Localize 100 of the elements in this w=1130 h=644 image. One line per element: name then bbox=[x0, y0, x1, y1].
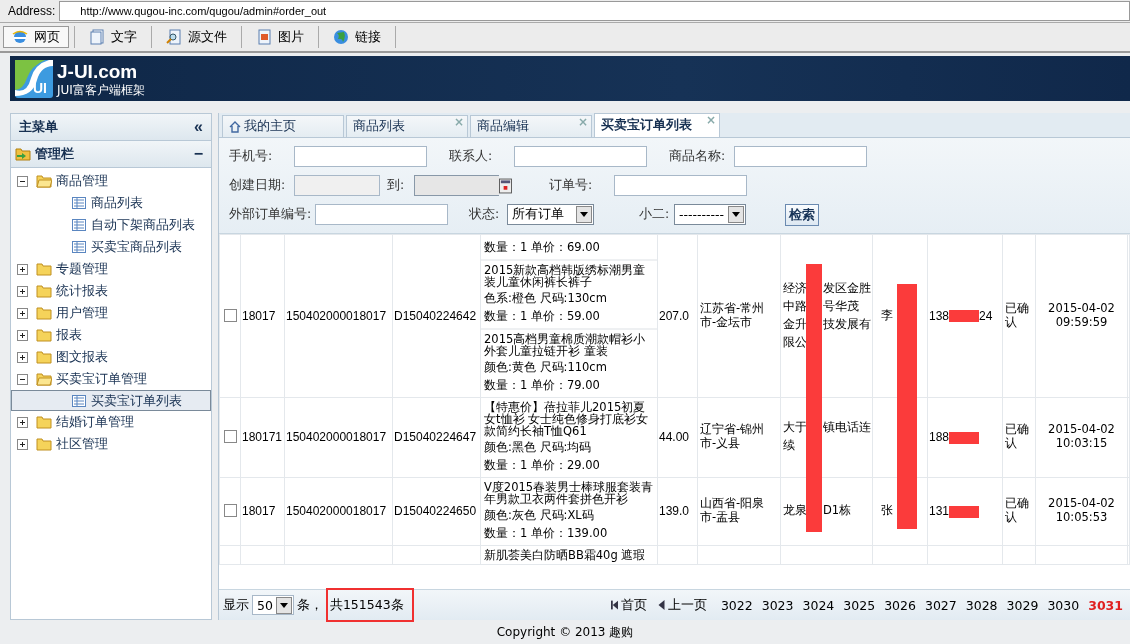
folder-icon bbox=[36, 306, 52, 320]
dropdown[interactable]: ---------- bbox=[674, 204, 747, 225]
tab[interactable]: 商品编辑 × bbox=[470, 115, 592, 137]
field-label: 手机号: bbox=[229, 148, 274, 165]
input-field[interactable] bbox=[294, 146, 427, 167]
first-page-icon bbox=[610, 600, 618, 610]
product-title: 2015高档男童棉质潮款帽衫小外套儿童拉链开衫 童装 bbox=[484, 332, 647, 358]
tree-leaf[interactable]: 商品列表 bbox=[11, 192, 211, 214]
folder-icon bbox=[36, 415, 52, 429]
toolbar-button[interactable]: 文字 bbox=[80, 26, 146, 48]
page-link[interactable]: 3026 bbox=[884, 597, 916, 613]
product-detail: 颜色:灰色 尺码:XL码 bbox=[484, 506, 595, 524]
tree-item[interactable]: 图文报表 bbox=[56, 348, 108, 366]
expander-icon[interactable] bbox=[17, 438, 28, 450]
expander-icon[interactable] bbox=[17, 285, 28, 297]
input-field[interactable] bbox=[734, 146, 867, 167]
expander-icon[interactable] bbox=[17, 351, 28, 363]
address-text: 中路 bbox=[783, 299, 807, 314]
tree-item[interactable]: 专题管理 bbox=[56, 260, 108, 278]
field-label: 到: bbox=[387, 177, 406, 194]
page-link[interactable]: 3025 bbox=[843, 597, 876, 613]
address-text: 发区金胜 bbox=[823, 281, 871, 296]
row-checkbox[interactable] bbox=[223, 308, 237, 322]
pager-label: 显示 bbox=[223, 596, 249, 614]
expander-icon[interactable] bbox=[17, 329, 28, 341]
field-label: 联系人: bbox=[449, 148, 494, 165]
tree-item[interactable]: 买卖宝订单管理 bbox=[56, 370, 147, 388]
tree-item[interactable]: 结婚订单管理 bbox=[56, 413, 134, 431]
tree-item[interactable]: 统计报表 bbox=[56, 282, 108, 300]
redaction-mark bbox=[949, 505, 980, 518]
collapse-button[interactable]: « bbox=[192, 119, 205, 135]
address-field[interactable]: http://www.qugou-inc.com/qugou/admin#order_out bbox=[59, 1, 1130, 21]
toolbar-button[interactable]: 源文件 bbox=[157, 26, 236, 48]
tree-item[interactable]: 商品管理 bbox=[56, 172, 108, 190]
toolbar-button[interactable]: 链接 bbox=[324, 26, 390, 48]
expander-icon[interactable] bbox=[17, 416, 28, 428]
folder-icon bbox=[36, 350, 52, 364]
address-text: D1栋 bbox=[823, 504, 852, 519]
redaction-mark bbox=[949, 431, 980, 444]
toolbar-button[interactable]: 图片 bbox=[247, 26, 313, 48]
page-size-dropdown[interactable]: 50 bbox=[252, 595, 294, 615]
previous-page-link[interactable]: 上一页 bbox=[667, 596, 707, 614]
page-link[interactable]: 3030 bbox=[1047, 597, 1080, 613]
folder-icon bbox=[36, 284, 52, 298]
product-title: V度2015春装男士棒球服套装青年男款卫衣两件套拼色开衫 bbox=[484, 480, 654, 506]
logo-subtitle: JUI富客户端框架 bbox=[57, 82, 145, 97]
input-field[interactable] bbox=[315, 204, 448, 225]
panel-toggle-button[interactable]: − bbox=[191, 146, 205, 162]
tab[interactable]: 我的主页 bbox=[222, 115, 344, 137]
tree-leaf[interactable]: 买卖宝订单列表 bbox=[11, 390, 211, 411]
address-text: 续 bbox=[783, 439, 796, 454]
input-field[interactable] bbox=[514, 146, 647, 167]
date-field[interactable] bbox=[294, 175, 380, 196]
tree-leaf[interactable]: 自动下架商品列表 bbox=[11, 214, 211, 236]
tab[interactable]: 买卖宝订单列表 × bbox=[594, 113, 720, 137]
expander-icon[interactable] bbox=[17, 307, 28, 319]
input-field[interactable] bbox=[614, 175, 747, 196]
first-page-link[interactable]: 首页 bbox=[620, 596, 647, 614]
field-label: 订单号: bbox=[549, 177, 594, 194]
table-cell-text: 辽宁省-锦州市-义县 bbox=[700, 423, 766, 452]
expander-icon[interactable] bbox=[17, 263, 28, 275]
page-link[interactable]: 3022 bbox=[720, 597, 753, 613]
folder-icon bbox=[36, 174, 52, 188]
table-cell: D15040224642 bbox=[394, 308, 477, 323]
sidebar-title: 主菜单 bbox=[19, 118, 59, 136]
dropdown[interactable]: 所有订单 bbox=[507, 204, 594, 225]
logo-title: J-UI.com bbox=[57, 60, 139, 83]
tree-item[interactable]: 报表 bbox=[56, 326, 82, 344]
list-icon bbox=[72, 219, 86, 231]
toolbar-button[interactable]: 网页 bbox=[3, 26, 69, 48]
page-link[interactable]: 3027 bbox=[924, 597, 957, 613]
page-link[interactable]: 3029 bbox=[1006, 597, 1039, 613]
search-button[interactable]: 检索 bbox=[785, 203, 819, 226]
calendar-icon[interactable] bbox=[499, 177, 512, 194]
tree-item[interactable]: 社区管理 bbox=[56, 435, 108, 453]
tree-item[interactable]: 用户管理 bbox=[56, 304, 108, 322]
tree-leaf[interactable]: 买卖宝商品列表 bbox=[11, 236, 211, 258]
table-cell: D15040224650 bbox=[394, 504, 477, 519]
folder-icon bbox=[36, 437, 52, 451]
table-cell: 207.0 bbox=[659, 308, 690, 323]
image-icon bbox=[256, 29, 272, 45]
expander-icon[interactable] bbox=[17, 373, 28, 385]
dropdown-arrow-icon bbox=[279, 602, 288, 608]
row-checkbox[interactable] bbox=[223, 430, 237, 444]
tab[interactable]: 商品列表 × bbox=[346, 115, 468, 137]
list-icon bbox=[72, 197, 86, 209]
page-link[interactable]: 3023 bbox=[761, 597, 794, 613]
address-text: 龙泉 bbox=[783, 504, 807, 519]
page-link[interactable]: 3031 bbox=[1088, 597, 1123, 613]
page-link[interactable]: 3024 bbox=[802, 597, 835, 613]
list-icon bbox=[72, 241, 86, 253]
expander-icon[interactable] bbox=[17, 175, 28, 187]
date-field[interactable] bbox=[414, 175, 499, 196]
address-text: 限公 bbox=[783, 335, 807, 350]
folder-icon bbox=[36, 328, 52, 342]
table-cell: 150402000018017 bbox=[286, 430, 387, 445]
table-cell-text: 李 bbox=[880, 308, 894, 323]
row-checkbox[interactable] bbox=[223, 504, 237, 518]
total-count: 共151543条 bbox=[329, 597, 404, 612]
page-link[interactable]: 3028 bbox=[965, 597, 998, 613]
